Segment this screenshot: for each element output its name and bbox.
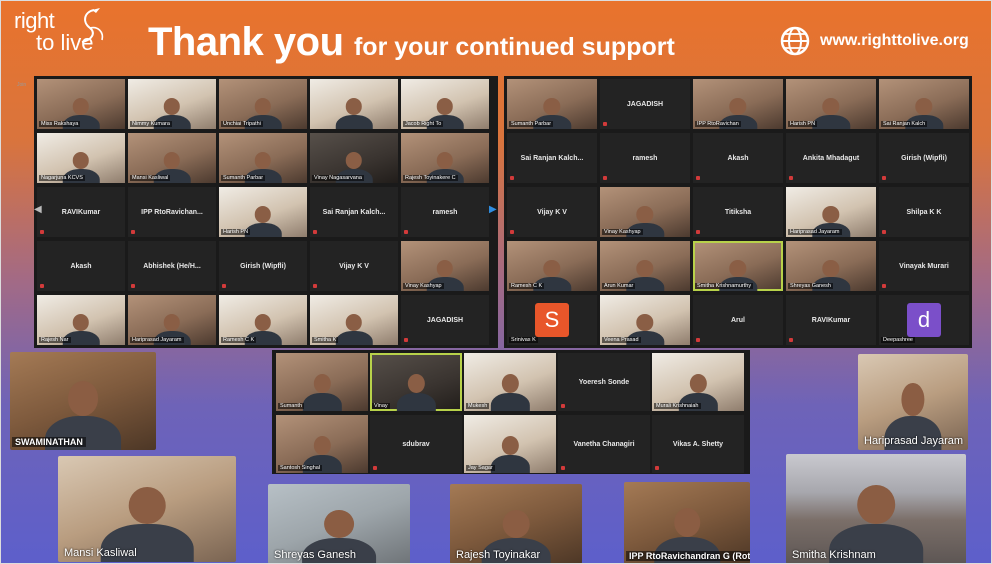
thank-you-slide: right to live Thank you for your continu…: [0, 0, 992, 564]
slide-border: [0, 0, 992, 564]
